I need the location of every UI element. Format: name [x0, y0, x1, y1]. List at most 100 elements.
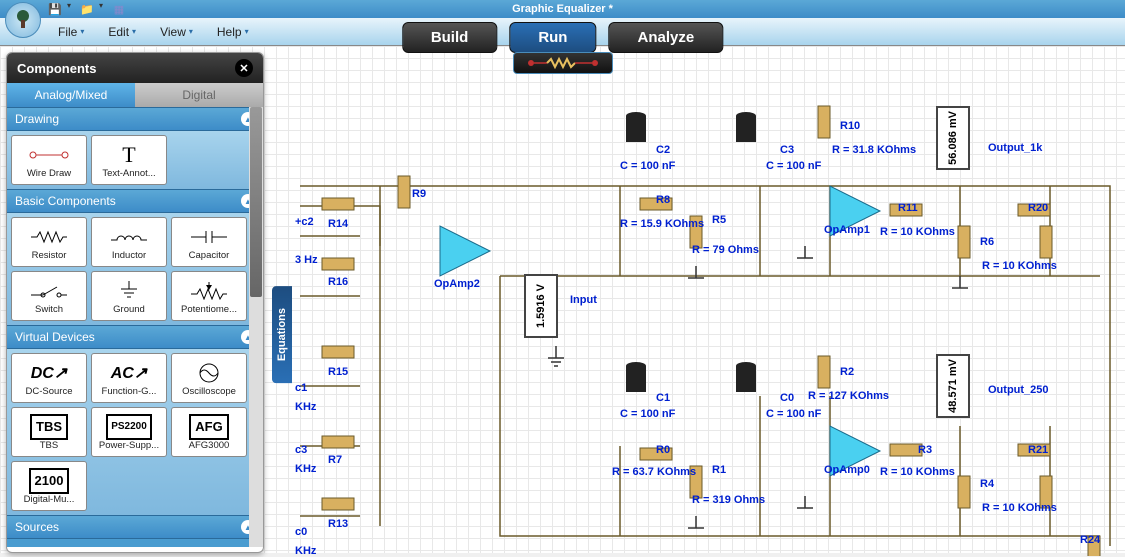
comp-function-gen[interactable]: AC↗Function-G... — [91, 353, 167, 403]
comp-resistor[interactable]: Resistor — [11, 217, 87, 267]
save-dropdown[interactable]: ▾ — [67, 1, 75, 17]
label-R3: R3 — [918, 444, 932, 456]
comp-potentiometer[interactable]: Potentiome... — [171, 271, 247, 321]
comp-capacitor[interactable]: Capacitor — [171, 217, 247, 267]
comp-pot-label: Potentiome... — [181, 304, 237, 315]
tab-run[interactable]: Run — [509, 22, 596, 53]
comp-power-supply[interactable]: PS2200Power-Supp... — [91, 407, 167, 457]
section-sources-label: Sources — [15, 520, 59, 534]
label-3hz: 3 Hz — [295, 254, 318, 266]
label-R9: R9 — [412, 188, 426, 200]
menu-file-label: File — [58, 25, 77, 39]
label-OpAmp2: OpAmp2 — [434, 278, 480, 290]
comp-text-annot[interactable]: TText-Annot... — [91, 135, 167, 185]
label-c1-pin: c1 — [295, 382, 307, 394]
panel-header: Components ✕ — [7, 53, 263, 83]
menu-edit-label: Edit — [108, 25, 129, 39]
tab-equations[interactable]: Equations — [272, 286, 292, 383]
section-basic[interactable]: Basic Components ▲ — [7, 189, 263, 213]
section-sources[interactable]: Sources ▲ — [7, 515, 263, 539]
meter-1k[interactable]: 56.086 mV — [936, 106, 970, 170]
components-panel: Components ✕ Analog/Mixed Digital Drawin… — [6, 52, 264, 553]
meter-input[interactable]: 1.5916 V — [524, 274, 558, 338]
tab-analog[interactable]: Analog/Mixed — [7, 83, 135, 107]
menu-help[interactable]: Help▾ — [207, 21, 259, 43]
menu-file[interactable]: File▾ — [48, 21, 94, 43]
comp-ground-label: Ground — [113, 304, 145, 315]
comp-capacitor-label: Capacitor — [189, 250, 230, 261]
close-icon[interactable]: ✕ — [235, 59, 253, 77]
label-R0: R0 — [656, 444, 670, 456]
label-R3val: R = 10 KOhms — [880, 466, 955, 478]
label-R4: R4 — [980, 478, 994, 490]
label-R1: R1 — [712, 464, 726, 476]
label-khz1: KHz — [295, 401, 316, 413]
label-Input: Input — [570, 294, 597, 306]
comp-tbs[interactable]: TBSTBS — [11, 407, 87, 457]
label-R6: R6 — [980, 236, 994, 248]
window-title: Graphic Equalizer * — [512, 3, 613, 15]
tab-digital[interactable]: Digital — [135, 83, 263, 107]
label-R16: R16 — [328, 276, 348, 288]
section-virtual-label: Virtual Devices — [15, 330, 95, 344]
open-dropdown[interactable]: ▾ — [99, 1, 107, 17]
grid-icon[interactable]: ▦ — [109, 1, 129, 17]
section-virtual[interactable]: Virtual Devices ▲ — [7, 325, 263, 349]
label-R7: R7 — [328, 454, 342, 466]
label-R6val: R = 10 KOhms — [982, 260, 1057, 272]
label-OpAmp1: OpAmp1 — [824, 224, 870, 236]
scrollbar-thumb[interactable] — [250, 107, 262, 297]
label-C3: C3 — [780, 144, 794, 156]
comp-afg3000[interactable]: AFGAFG3000 — [171, 407, 247, 457]
open-icon[interactable]: 📁 — [77, 1, 97, 17]
comp-ground[interactable]: Ground — [91, 271, 167, 321]
label-C1: C1 — [656, 392, 670, 404]
label-khz2: KHz — [295, 463, 316, 475]
comp-resistor-label: Resistor — [32, 250, 67, 261]
label-c3-pin: c3 — [295, 444, 307, 456]
label-R15: R15 — [328, 366, 348, 378]
comp-tbs-label: TBS — [40, 440, 58, 451]
tab-build[interactable]: Build — [402, 22, 498, 53]
section-drawing-label: Drawing — [15, 112, 59, 126]
label-R8val: R = 15.9 KOhms — [620, 218, 704, 230]
label-c0-pin: c0 — [295, 526, 307, 538]
resistor-badge[interactable] — [513, 52, 613, 74]
mode-tabs: Build Run Analyze — [402, 22, 723, 53]
label-R8: R8 — [656, 194, 670, 206]
label-R5: R5 — [712, 214, 726, 226]
label-R5val: R = 79 Ohms — [692, 244, 759, 256]
menu-view-label: View — [160, 25, 186, 39]
comp-oscilloscope[interactable]: Oscilloscope — [171, 353, 247, 403]
label-R14: R14 — [328, 218, 348, 230]
label-OpAmp0: OpAmp0 — [824, 464, 870, 476]
label-c2-pin: +c2 — [295, 216, 314, 228]
comp-dm-label: Digital-Mu... — [24, 494, 75, 505]
meter-250-value: 48.571 mV — [947, 359, 959, 413]
label-R2: R2 — [840, 366, 854, 378]
comp-scope-label: Oscilloscope — [182, 386, 236, 397]
app-logo[interactable] — [5, 2, 41, 38]
comp-inductor[interactable]: Inductor — [91, 217, 167, 267]
scrollbar-track[interactable] — [249, 107, 263, 547]
label-C0val: C = 100 nF — [766, 408, 821, 420]
label-Output250: Output_250 — [988, 384, 1049, 396]
menu-edit[interactable]: Edit▾ — [98, 21, 146, 43]
meter-250[interactable]: 48.571 mV — [936, 354, 970, 418]
meter-input-value: 1.5916 V — [535, 284, 547, 328]
label-R4val: R = 10 KOhms — [982, 502, 1057, 514]
label-C1val: C = 100 nF — [620, 408, 675, 420]
comp-digital-multi[interactable]: 2100Digital-Mu... — [11, 461, 87, 511]
section-drawing[interactable]: Drawing ▲ — [7, 107, 263, 131]
label-R0val: R = 63.7 KOhms — [612, 466, 696, 478]
label-R13: R13 — [328, 518, 348, 530]
label-R20: R20 — [1028, 202, 1048, 214]
tab-analyze[interactable]: Analyze — [608, 22, 723, 53]
label-Output1k: Output_1k — [988, 142, 1042, 154]
save-icon[interactable]: 💾 — [45, 1, 65, 17]
comp-wire-draw[interactable]: Wire Draw — [11, 135, 87, 185]
comp-switch[interactable]: Switch — [11, 271, 87, 321]
comp-dc-source[interactable]: DC↗DC-Source — [11, 353, 87, 403]
label-R21: R21 — [1028, 444, 1048, 456]
menu-view[interactable]: View▾ — [150, 21, 203, 43]
